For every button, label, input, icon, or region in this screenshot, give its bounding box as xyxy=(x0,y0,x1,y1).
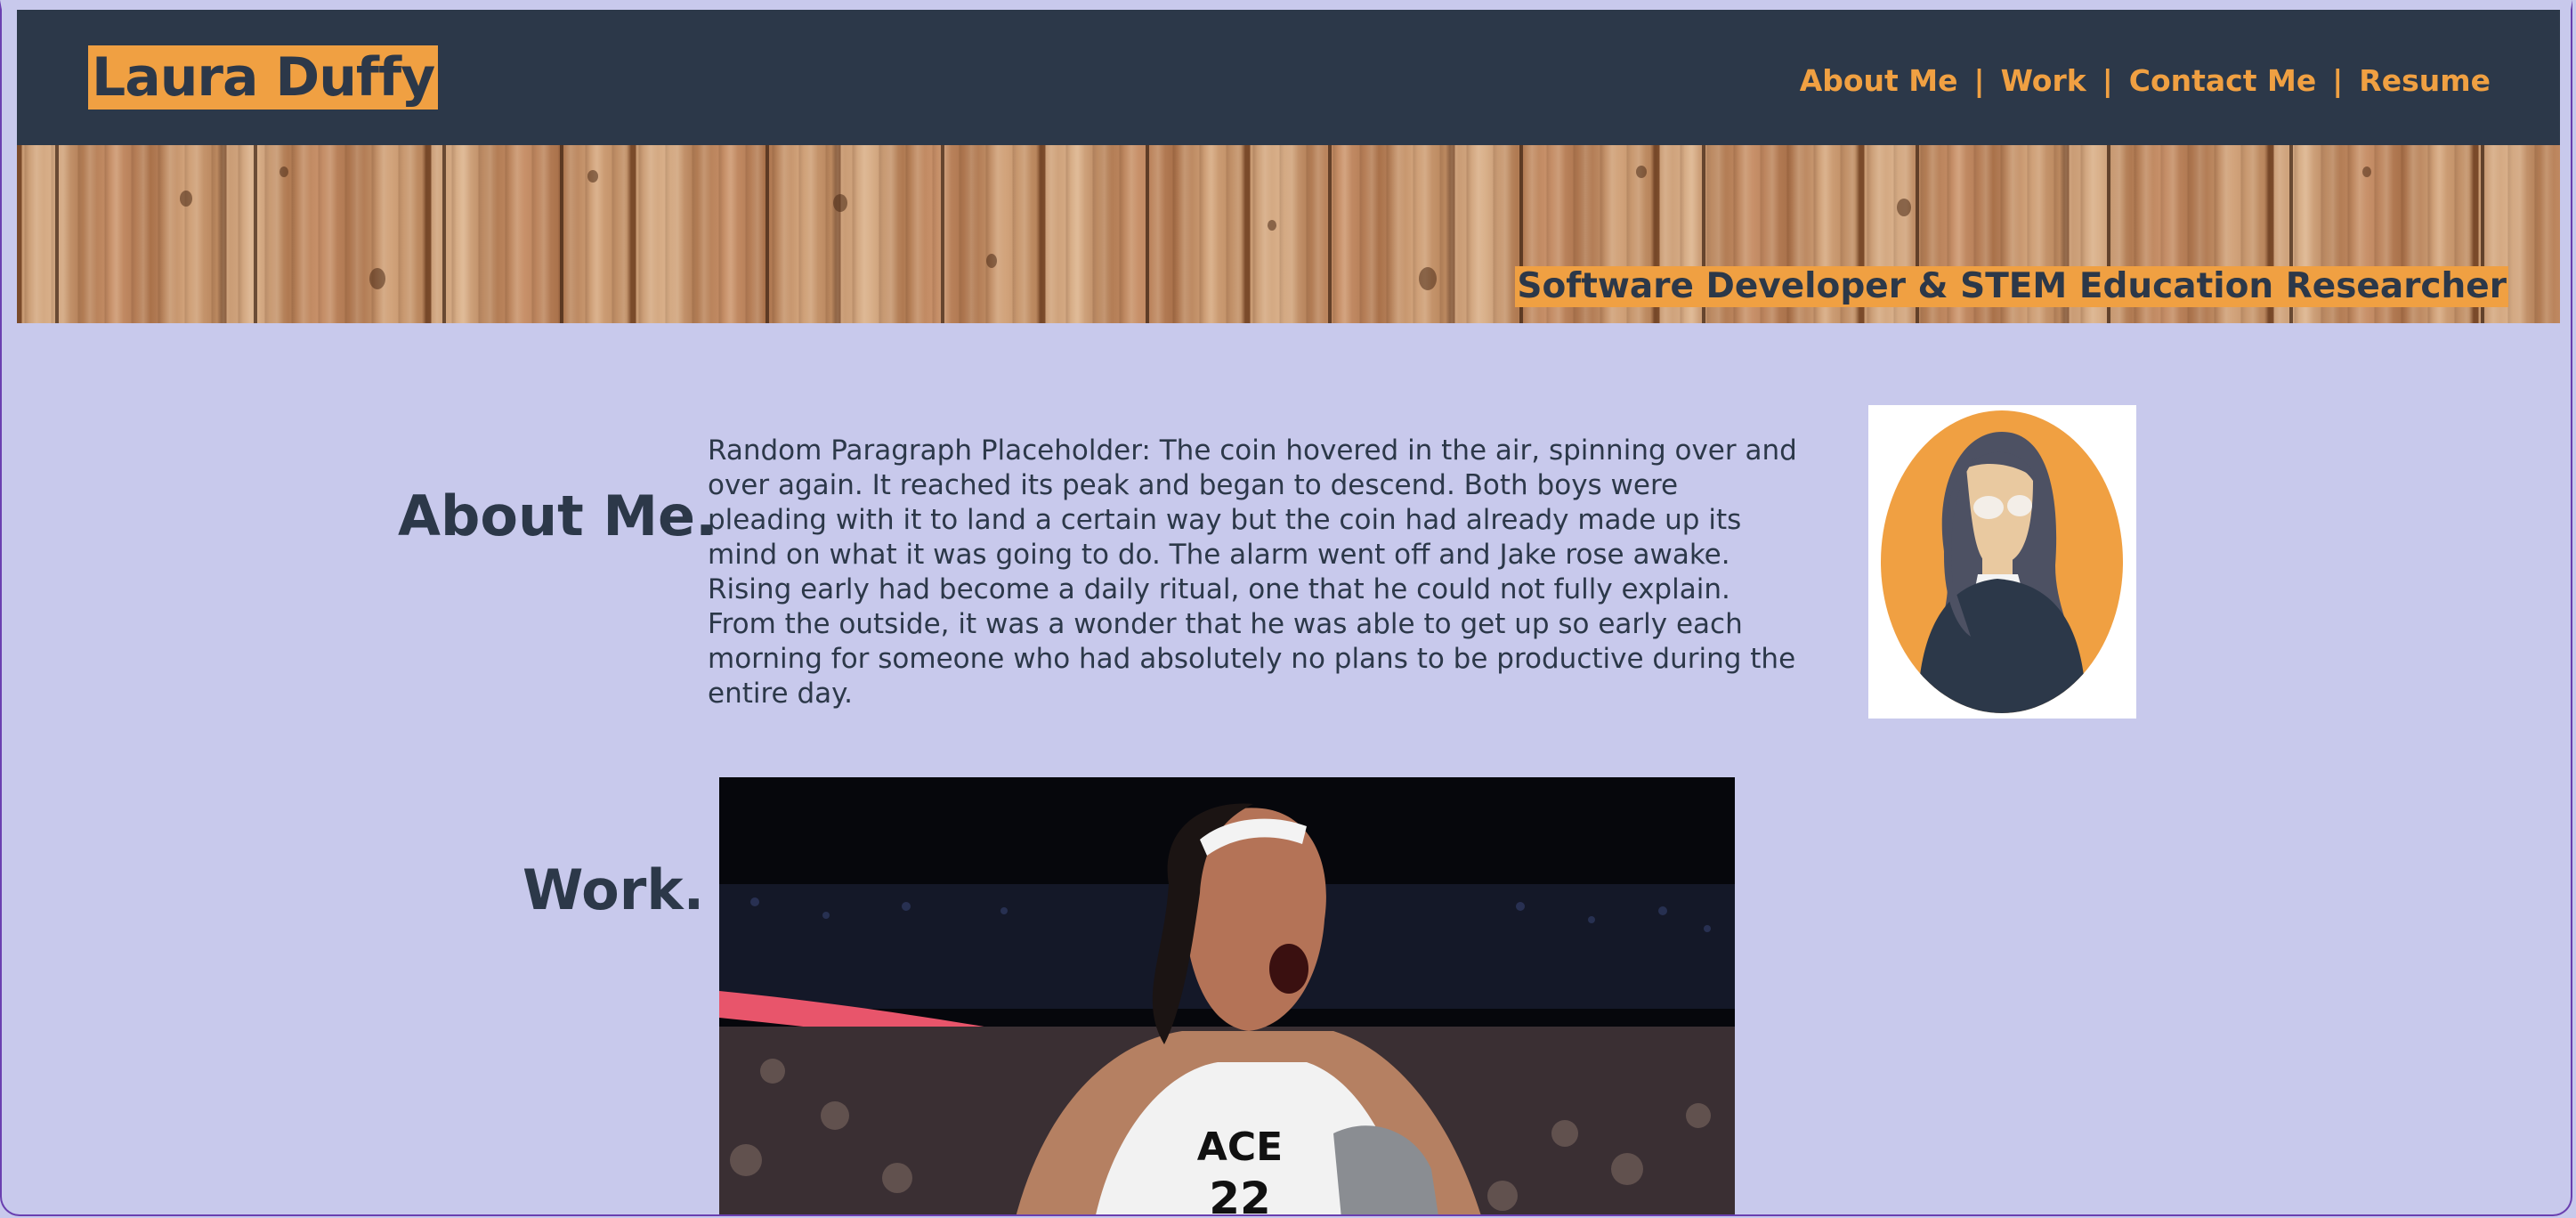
tagline: Software Developer & STEM Education Rese… xyxy=(1515,266,2508,307)
wood-banner-image: Software Developer & STEM Education Rese… xyxy=(17,145,2560,323)
about-heading: About Me. xyxy=(398,483,717,548)
avatar xyxy=(1868,405,2136,719)
site-header: Laura Duffy About Me | Work | Contact Me… xyxy=(17,10,2560,145)
browser-viewport: Laura Duffy About Me | Work | Contact Me… xyxy=(0,0,2572,1216)
nav-separator: | xyxy=(2102,63,2113,98)
work-project-image[interactable]: ACE 22 xyxy=(719,777,1735,1216)
nav-separator: | xyxy=(1973,63,1985,98)
site-name-logo[interactable]: Laura Duffy xyxy=(88,45,439,110)
work-heading: Work. xyxy=(522,857,705,922)
nav-link-resume[interactable]: Resume xyxy=(2359,63,2491,98)
svg-text:22: 22 xyxy=(1209,1173,1271,1216)
basketball-player-photo-icon: ACE 22 xyxy=(719,777,1735,1216)
nav-link-about-me[interactable]: About Me xyxy=(1800,63,1958,98)
svg-text:ACE: ACE xyxy=(1197,1125,1283,1170)
nav-separator: | xyxy=(2332,63,2344,98)
nav-link-work[interactable]: Work xyxy=(2001,63,2086,98)
about-paragraph: Random Paragraph Placeholder: The coin h… xyxy=(708,434,1797,710)
nav-link-contact-me[interactable]: Contact Me xyxy=(2129,63,2316,98)
main-nav: About Me | Work | Contact Me | Resume xyxy=(1800,63,2491,98)
woman-portrait-icon xyxy=(1881,410,2123,713)
